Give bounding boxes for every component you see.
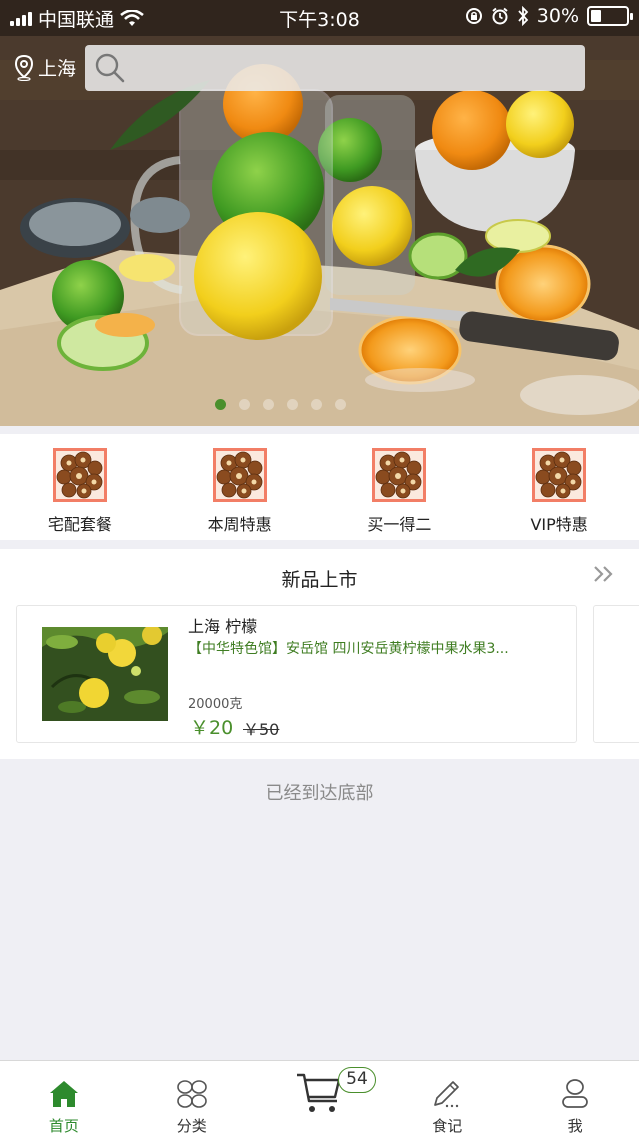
product-name: 上海 柠檬 <box>188 617 258 636</box>
product-card-next[interactable] <box>593 605 639 743</box>
category-item-buy-one-get-two[interactable]: 买一得二 <box>320 434 480 540</box>
product-price: ￥20 <box>190 717 234 739</box>
carousel-dot[interactable] <box>215 399 226 410</box>
carousel-dot[interactable] <box>311 399 322 410</box>
battery-percent: 30% <box>536 5 579 27</box>
tab-label: 我 <box>567 1117 583 1135</box>
category-label: VIP特惠 <box>530 515 588 534</box>
carousel-dot[interactable] <box>287 399 298 410</box>
status-bar: 中国联通 下午3:08 30% <box>0 0 639 34</box>
double-chevron-right-icon[interactable] <box>593 564 615 590</box>
alarm-icon <box>492 7 508 25</box>
category-item-weekly-deals[interactable]: 本周特惠 <box>160 434 320 540</box>
product-original-price: ￥50 <box>243 720 280 739</box>
location-selector[interactable]: 上海 <box>14 54 76 81</box>
pastry-thumbnail-icon <box>372 448 427 502</box>
cart-icon <box>295 1073 343 1112</box>
status-right: 30% <box>465 5 633 27</box>
end-of-list-note: 已经到达底部 <box>265 783 374 804</box>
tab-category[interactable]: 分类 <box>128 1061 256 1136</box>
category-label: 宅配套餐 <box>47 515 112 534</box>
new-arrivals-section: 新品上市 上海 柠檬 【中华特色馆】安岳馆 四川安岳黄柠檬中果水果3... 20… <box>0 549 639 759</box>
tab-home[interactable]: 首页 <box>0 1061 128 1136</box>
bluetooth-icon <box>518 6 529 26</box>
pastry-thumbnail-icon <box>532 448 587 502</box>
user-icon <box>561 1079 589 1109</box>
tab-label: 分类 <box>176 1117 207 1135</box>
category-label: 买一得二 <box>367 515 432 534</box>
carousel-dot[interactable] <box>239 399 250 410</box>
category-row: 宅配套餐 本周特惠 买一得二 VIP特惠 <box>0 434 639 540</box>
tab-me[interactable]: 我 <box>511 1061 639 1136</box>
rotation-lock-icon <box>465 8 482 24</box>
tab-bar: 首页 分类 食记 我 54 <box>0 1060 639 1136</box>
tab-food-notes[interactable]: 食记 <box>383 1061 511 1136</box>
carousel-dot[interactable] <box>335 399 346 410</box>
search-icon <box>95 53 125 83</box>
search-input[interactable] <box>133 58 553 78</box>
location-pin-icon <box>14 54 34 81</box>
category-label: 本周特惠 <box>207 515 272 534</box>
tab-label: 首页 <box>48 1117 79 1135</box>
top-bar: 上海 <box>0 44 639 92</box>
category-item-vip-deals[interactable]: VIP特惠 <box>479 434 639 540</box>
pastry-thumbnail-icon <box>52 448 107 502</box>
pen-icon <box>431 1079 463 1109</box>
section-title: 新品上市 <box>281 569 358 591</box>
product-image <box>42 627 168 721</box>
home-icon <box>49 1079 79 1109</box>
battery-icon <box>587 6 633 26</box>
carousel-dots[interactable] <box>0 399 600 410</box>
carousel-dot[interactable] <box>263 399 274 410</box>
product-weight: 20000克 <box>188 697 243 712</box>
product-card[interactable]: 上海 柠檬 【中华特色馆】安岳馆 四川安岳黄柠檬中果水果3... 20000克 … <box>16 605 577 743</box>
tab-label: 食记 <box>432 1117 463 1135</box>
search-bar[interactable] <box>85 45 585 91</box>
cart-badge: 54 <box>338 1067 376 1093</box>
banner-carousel[interactable]: 中国联通 下午3:08 30% 上海 <box>0 0 639 426</box>
category-icon <box>176 1079 208 1109</box>
pastry-thumbnail-icon <box>212 448 267 502</box>
product-description: 【中华特色馆】安岳馆 四川安岳黄柠檬中果水果3... <box>188 641 509 657</box>
category-item-home-delivery[interactable]: 宅配套餐 <box>0 434 160 540</box>
location-label: 上海 <box>38 58 77 80</box>
